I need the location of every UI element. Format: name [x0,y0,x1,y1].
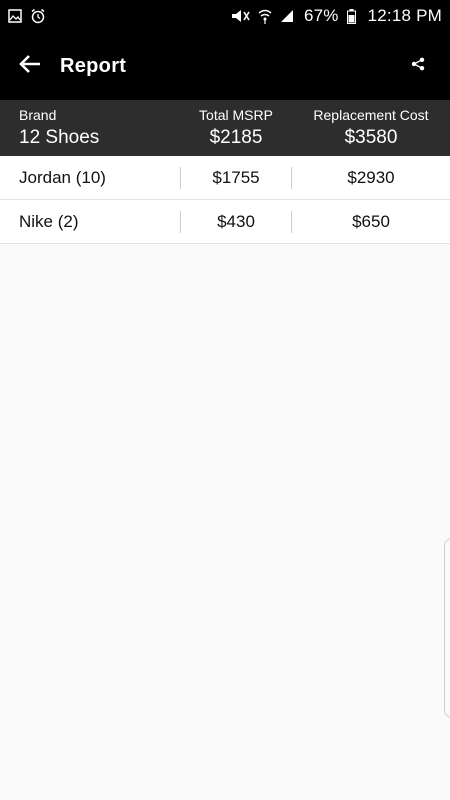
brand-label: Brand [19,106,57,123]
share-icon [411,57,425,76]
mute-icon [230,8,250,24]
clock: 12:18 PM [367,6,442,25]
image-icon [8,9,22,23]
app-bar: Report [0,32,450,100]
page-title: Report [60,54,127,77]
row-brand: Nike (2) [19,211,79,231]
alarm-icon [30,8,46,24]
row-msrp: $430 [180,210,292,233]
summary-msrp: Total MSRP $2185 [180,100,292,156]
replacement-total-value: $3580 [344,126,398,148]
battery-percent: 67% [304,6,339,25]
row-replacement: $2930 [347,167,395,187]
summary-replacement: Replacement Cost $3580 [292,100,450,156]
msrp-total-value: $2185 [209,126,263,148]
arrow-back-icon [19,54,41,79]
battery-icon [346,8,356,24]
edge-panel-handle[interactable] [444,538,450,718]
summary-brand: Brand 12 Shoes [0,100,180,156]
back-button[interactable] [10,46,50,86]
share-button[interactable] [398,46,438,86]
wifi-icon [258,8,272,24]
status-bar: 67% 12:18 PM [0,0,450,32]
row-replacement: $650 [352,211,390,231]
brand-total-value: 12 Shoes [19,126,100,148]
signal-icon [280,9,294,23]
msrp-label: Total MSRP [199,106,273,123]
row-msrp: $1755 [180,166,292,189]
report-summary-header: Brand 12 Shoes Total MSRP $2185 Replacem… [0,100,450,156]
table-row[interactable]: Jordan (10) $1755 $2930 [0,156,450,200]
report-table: Jordan (10) $1755 $2930 Nike (2) $430 $6… [0,156,450,244]
replacement-label: Replacement Cost [313,106,429,123]
table-row[interactable]: Nike (2) $430 $650 [0,200,450,244]
row-brand: Jordan (10) [19,167,106,187]
